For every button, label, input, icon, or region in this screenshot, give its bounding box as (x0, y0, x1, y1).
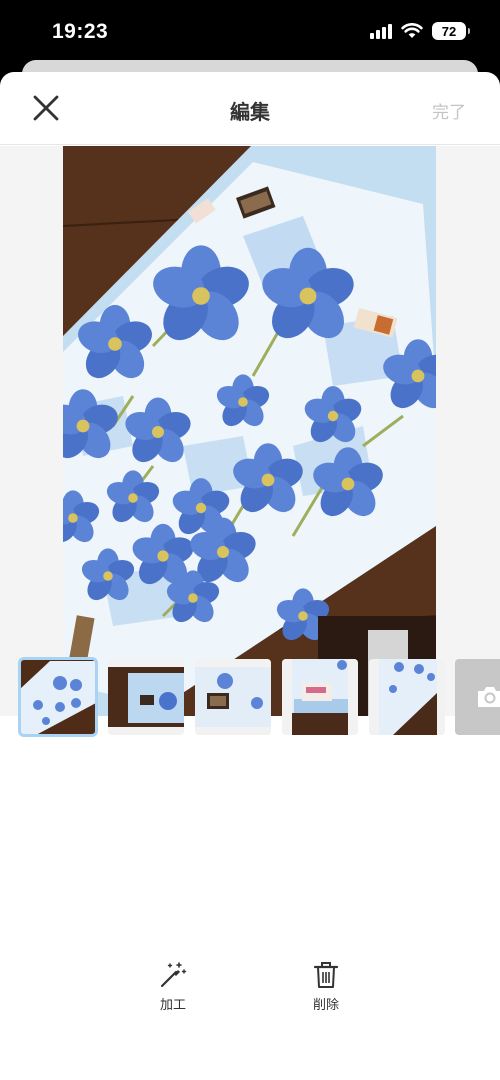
edit-tool-label: 加工 (159, 997, 186, 1012)
status-icons: 72 (370, 22, 470, 40)
status-time: 19:23 (52, 20, 109, 43)
delete-button[interactable]: 削除 (286, 960, 366, 1013)
camera-icon (478, 687, 500, 707)
add-photo-button[interactable] (455, 659, 500, 735)
trash-icon (313, 962, 339, 988)
thumbnail-photo-4[interactable] (282, 659, 358, 735)
page-title: 編集 (230, 102, 270, 124)
thumbnail-strip (0, 657, 500, 737)
photo-preview-area (0, 146, 500, 716)
thumbnail-photo-1[interactable] (18, 657, 98, 737)
edit-toolbar: 加工 削除 (0, 960, 500, 1020)
nav-bar: 編集 完了 (0, 72, 500, 145)
thumbnail-photo-5[interactable] (369, 659, 445, 735)
battery-indicator: 72 (432, 22, 470, 40)
edit-tool-button[interactable]: 加工 (133, 960, 213, 1013)
done-button[interactable]: 完了 (432, 98, 466, 123)
cellular-signal-icon (370, 23, 392, 39)
magic-wand-icon (160, 962, 187, 988)
edit-sheet: 編集 完了 加工 削除 (0, 72, 500, 1080)
wifi-icon (401, 23, 423, 38)
thumbnail-photo-3[interactable] (195, 659, 271, 735)
delete-label: 削除 (312, 997, 339, 1012)
main-photo[interactable] (63, 146, 436, 716)
thumbnail-photo-2[interactable] (108, 659, 184, 735)
status-bar: 19:23 72 (0, 0, 500, 66)
